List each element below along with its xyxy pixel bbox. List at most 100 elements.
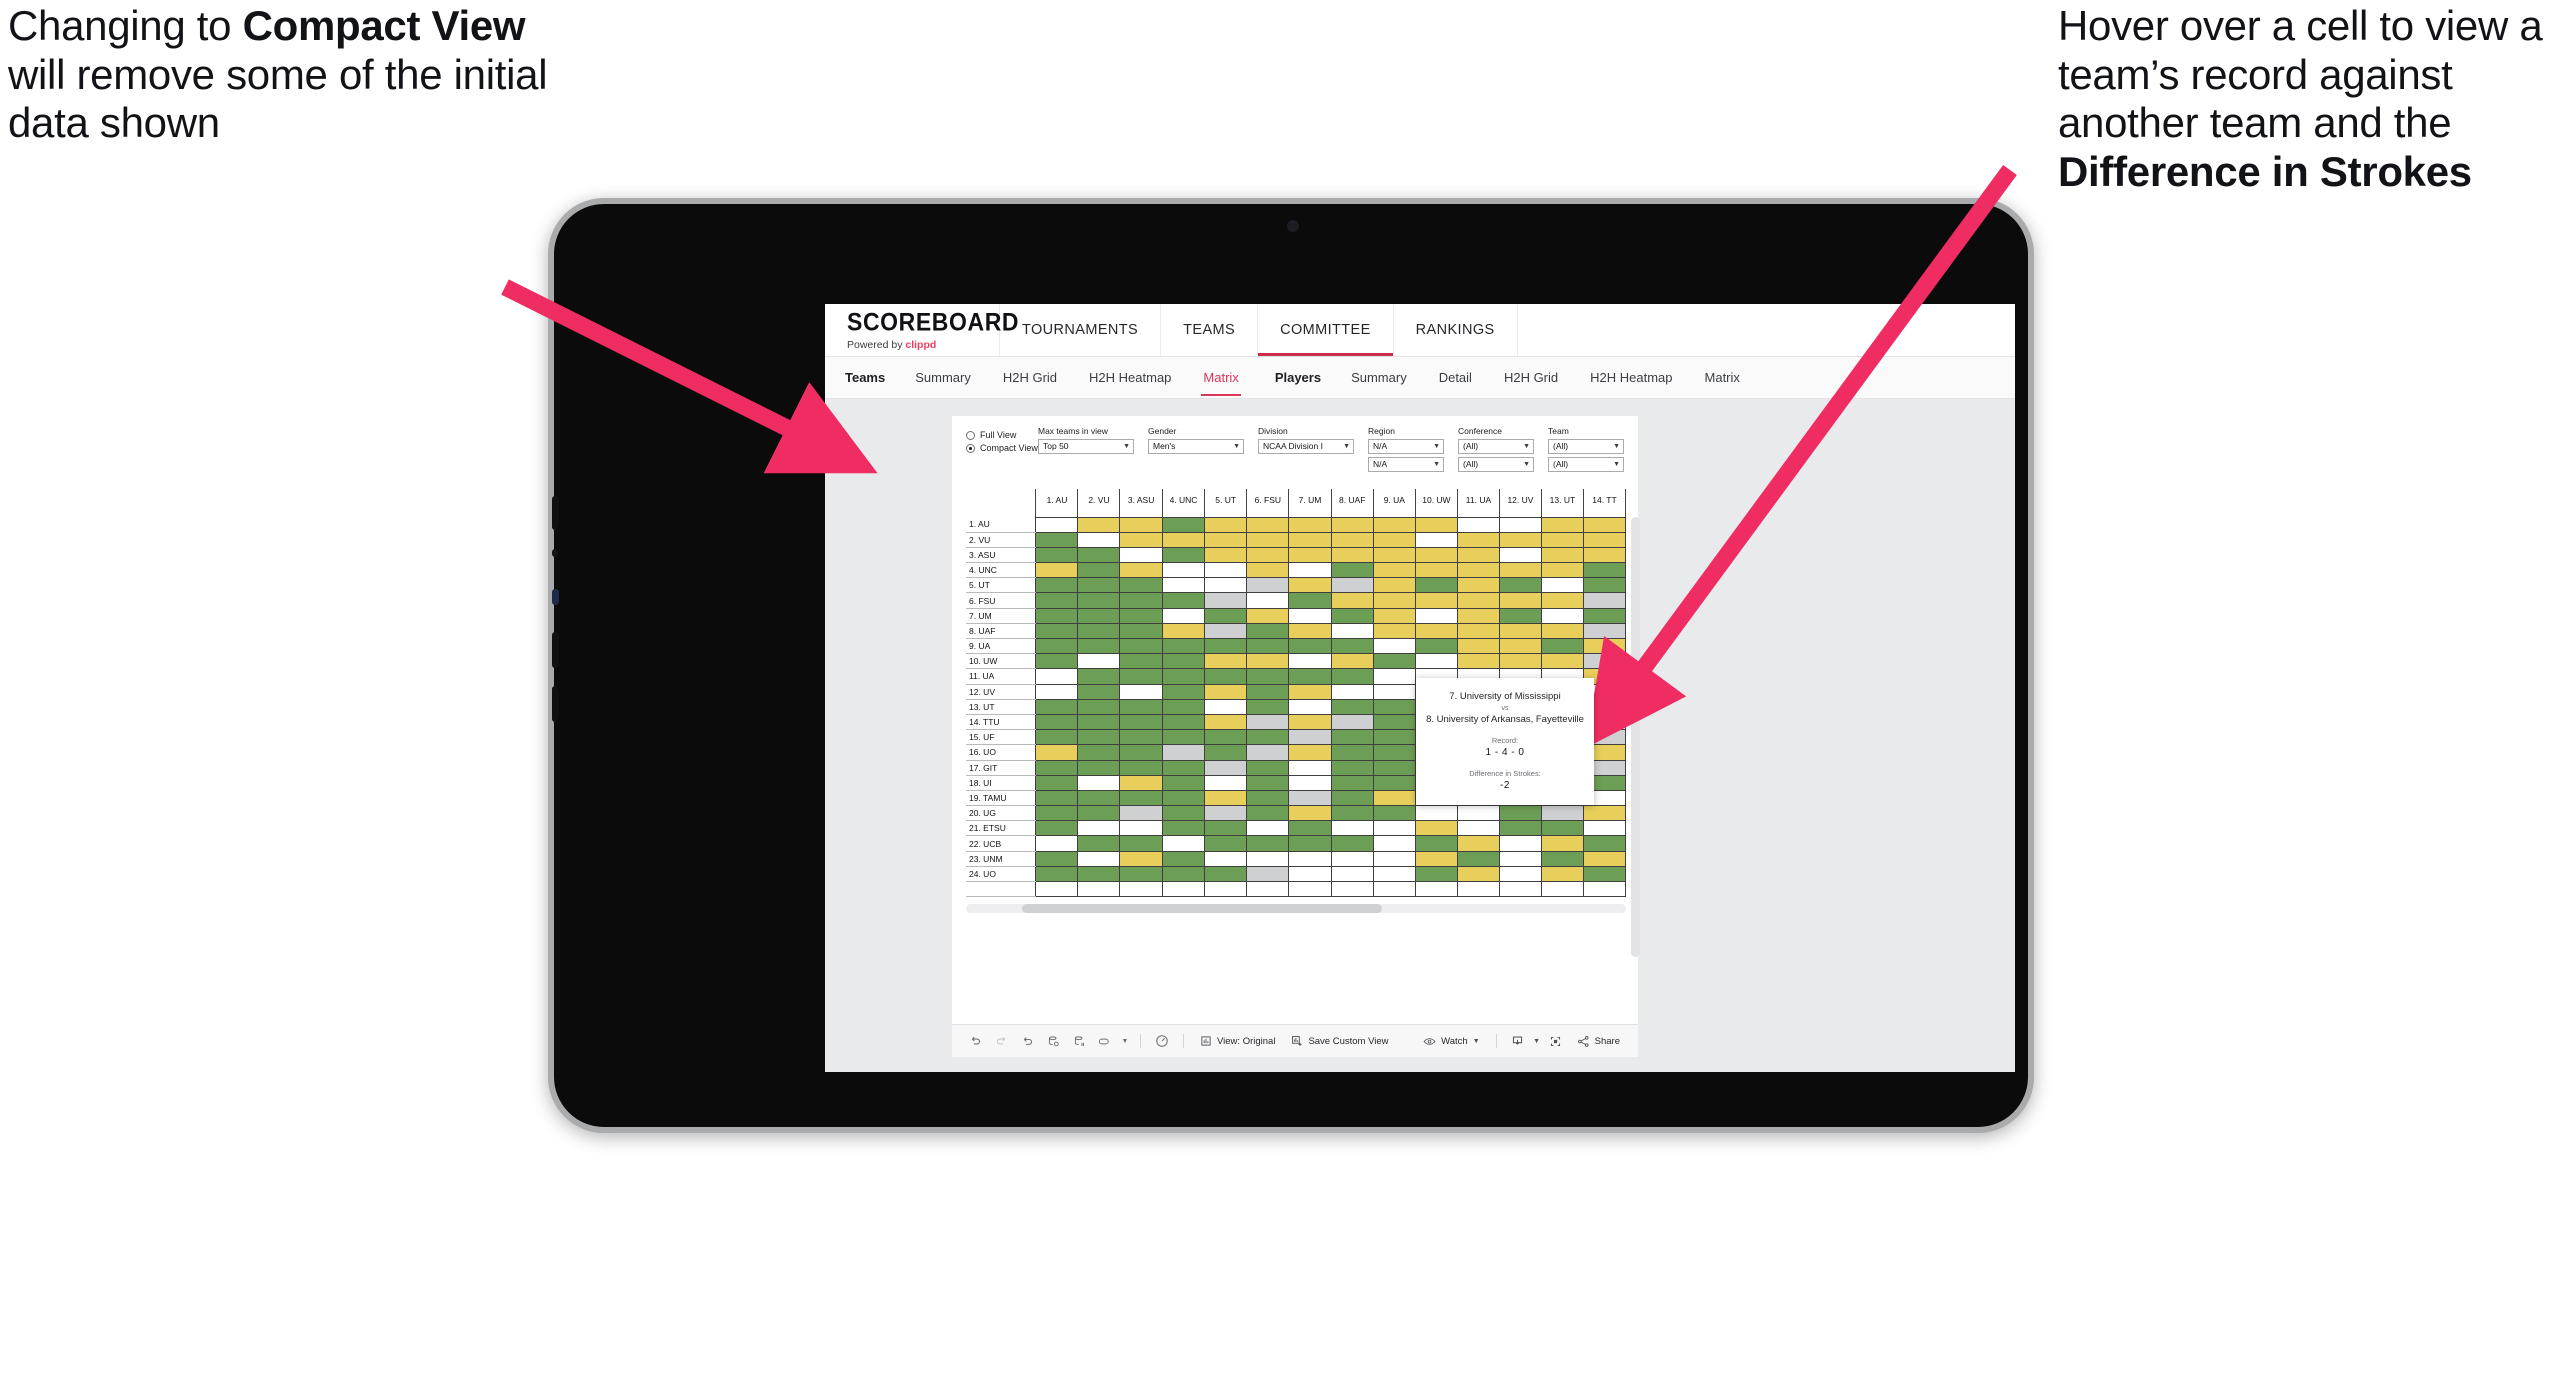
- matrix-cell[interactable]: [1119, 577, 1163, 594]
- matrix-cell[interactable]: [1456, 622, 1500, 640]
- download-dropdown-icon[interactable]: ▼: [1531, 1025, 1543, 1058]
- matrix-cell[interactable]: [1288, 637, 1332, 655]
- filter-conference-select-2[interactable]: (All) ▼: [1458, 456, 1534, 472]
- matrix-cell[interactable]: [1204, 607, 1248, 624]
- nav-teams[interactable]: TEAMS: [1161, 304, 1259, 356]
- matrix-cell[interactable]: [1414, 622, 1458, 640]
- undo-icon[interactable]: [962, 1025, 988, 1058]
- matrix-cell[interactable]: [1204, 683, 1248, 700]
- matrix-cell[interactable]: [1161, 531, 1206, 548]
- matrix-cell[interactable]: [1161, 653, 1206, 670]
- matrix-cell[interactable]: [1035, 546, 1079, 564]
- matrix-cell[interactable]: [1077, 880, 1121, 898]
- matrix-cell[interactable]: [1498, 653, 1542, 670]
- matrix-cell[interactable]: [1330, 789, 1374, 807]
- matrix-cell[interactable]: [1246, 880, 1290, 898]
- matrix-cell[interactable]: [1414, 637, 1458, 655]
- capsule-dropdown-icon[interactable]: ▼: [1118, 1025, 1132, 1058]
- matrix-cell[interactable]: [1498, 805, 1542, 822]
- matrix-cell[interactable]: [1330, 637, 1374, 655]
- matrix-cell[interactable]: [1456, 637, 1500, 655]
- matrix-cell[interactable]: [1119, 668, 1163, 685]
- matrix-cell[interactable]: [1246, 865, 1290, 883]
- matrix-cell[interactable]: [1288, 820, 1332, 837]
- matrix-cell[interactable]: [1582, 865, 1627, 883]
- matrix-cell[interactable]: [1119, 622, 1163, 640]
- matrix-cell[interactable]: [1077, 592, 1121, 609]
- matrix-cell[interactable]: [1288, 744, 1332, 761]
- matrix-cell[interactable]: [1372, 713, 1416, 731]
- matrix-cell[interactable]: [1035, 683, 1079, 700]
- matrix-cell[interactable]: [1288, 865, 1332, 883]
- matrix-cell[interactable]: [1582, 637, 1627, 655]
- matrix-cell[interactable]: [1372, 880, 1416, 898]
- matrix-cell[interactable]: [1204, 637, 1248, 655]
- tab-players-h2h-heatmap[interactable]: H2H Heatmap: [1574, 370, 1688, 385]
- matrix-cell[interactable]: [1077, 516, 1121, 533]
- matrix-cell[interactable]: [1161, 789, 1206, 807]
- matrix-cell[interactable]: [1330, 835, 1374, 852]
- matrix-cell[interactable]: [1204, 577, 1248, 594]
- matrix-cell[interactable]: [1288, 653, 1332, 670]
- matrix-cell[interactable]: [1161, 668, 1206, 685]
- nav-committee[interactable]: COMMITTEE: [1258, 304, 1394, 356]
- view-original-button[interactable]: View: Original: [1192, 1035, 1283, 1047]
- matrix-cell[interactable]: [1204, 789, 1248, 807]
- matrix-cell[interactable]: [1330, 516, 1374, 533]
- matrix-cell[interactable]: [1119, 820, 1163, 837]
- matrix-cell[interactable]: [1161, 774, 1206, 791]
- refresh-data-icon[interactable]: [1040, 1025, 1066, 1058]
- matrix-cell[interactable]: [1288, 759, 1332, 776]
- matrix-cell[interactable]: [1330, 820, 1374, 837]
- matrix-cell[interactable]: [1204, 516, 1248, 533]
- matrix-cell[interactable]: [1161, 622, 1206, 640]
- matrix-cell[interactable]: [1035, 880, 1079, 898]
- matrix-cell[interactable]: [1246, 835, 1290, 852]
- pause-data-icon[interactable]: [1066, 1025, 1092, 1058]
- matrix-cell[interactable]: [1119, 805, 1163, 822]
- matrix-cell[interactable]: [1330, 562, 1374, 579]
- matrix-cell[interactable]: [1582, 653, 1627, 670]
- matrix-cell[interactable]: [1035, 637, 1079, 655]
- horizontal-scrollbar-track[interactable]: [966, 904, 1626, 914]
- matrix-cell[interactable]: [1540, 592, 1584, 609]
- matrix-cell[interactable]: [1035, 698, 1079, 715]
- matrix-cell[interactable]: [1456, 865, 1500, 883]
- matrix-cell[interactable]: [1204, 805, 1248, 822]
- matrix-cell[interactable]: [1246, 744, 1290, 761]
- matrix-cell[interactable]: [1246, 850, 1290, 867]
- matrix-cell[interactable]: [1288, 668, 1332, 685]
- matrix-cell[interactable]: [1204, 698, 1248, 715]
- matrix-cell[interactable]: [1246, 531, 1290, 548]
- matrix-cell[interactable]: [1330, 668, 1374, 685]
- matrix-cell[interactable]: [1119, 607, 1163, 624]
- matrix-cell[interactable]: [1161, 592, 1206, 609]
- matrix-cell[interactable]: [1540, 562, 1584, 579]
- matrix-cell[interactable]: [1161, 577, 1206, 594]
- matrix-cell[interactable]: [1456, 562, 1500, 579]
- matrix-cell[interactable]: [1161, 820, 1206, 837]
- matrix-cell[interactable]: [1372, 531, 1416, 548]
- fullscreen-icon[interactable]: [1543, 1025, 1569, 1058]
- matrix-cell[interactable]: [1288, 789, 1332, 807]
- matrix-cell[interactable]: [1077, 789, 1121, 807]
- matrix-cell[interactable]: [1540, 805, 1584, 822]
- matrix-cell[interactable]: [1035, 531, 1079, 548]
- matrix-cell[interactable]: [1119, 850, 1163, 867]
- filter-team-select-1[interactable]: (All) ▼: [1548, 438, 1624, 454]
- matrix-cell[interactable]: [1119, 653, 1163, 670]
- matrix-cell[interactable]: [1119, 880, 1163, 898]
- tab-players-h2h-grid[interactable]: H2H Grid: [1488, 370, 1574, 385]
- matrix-cell[interactable]: [1035, 820, 1079, 837]
- matrix-cell[interactable]: [1035, 607, 1079, 624]
- matrix-cell[interactable]: [1119, 562, 1163, 579]
- matrix-cell[interactable]: [1498, 562, 1542, 579]
- matrix-cell[interactable]: [1582, 835, 1627, 852]
- matrix-cell[interactable]: [1035, 622, 1079, 640]
- matrix-cell[interactable]: [1330, 850, 1374, 867]
- matrix-cell[interactable]: [1372, 835, 1416, 852]
- matrix-cell[interactable]: [1161, 850, 1206, 867]
- matrix-cell[interactable]: [1288, 713, 1332, 731]
- matrix-cell[interactable]: [1035, 516, 1079, 533]
- matrix-cell[interactable]: [1119, 774, 1163, 791]
